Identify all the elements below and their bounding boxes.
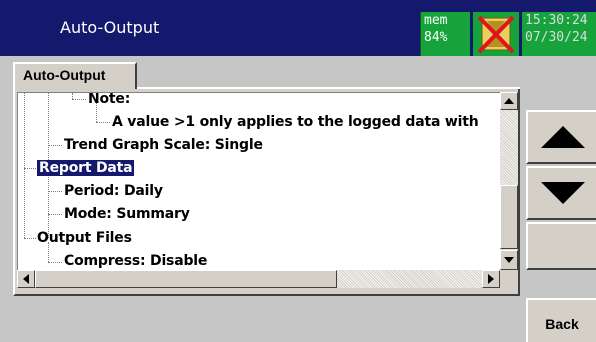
triangle-down-icon: [541, 182, 585, 204]
scroll-down-page-button[interactable]: [526, 166, 596, 220]
tree-item-report-data[interactable]: Report Data: [37, 160, 135, 176]
tree-connector: [48, 145, 62, 146]
memory-value: 84%: [424, 30, 448, 45]
tree-item-note[interactable]: Note:: [88, 93, 130, 107]
back-button-label: Back: [545, 316, 579, 332]
scroll-up-page-button[interactable]: [526, 110, 596, 164]
horizontal-scrollbar[interactable]: [17, 270, 500, 288]
tree-connector: [24, 93, 25, 238]
tree-item-trend-graph-scale[interactable]: Trend Graph Scale: Single: [64, 137, 263, 153]
triangle-up-icon: [541, 126, 585, 148]
tree-connector: [24, 168, 36, 169]
tab-label: Auto-Output: [23, 67, 106, 83]
vertical-scrollbar[interactable]: [500, 92, 518, 270]
arrow-up-icon: [504, 98, 514, 104]
scroll-up-button[interactable]: [500, 92, 518, 110]
tree-connector: [96, 122, 110, 123]
tree-item-period[interactable]: Period: Daily: [64, 183, 163, 199]
title-bar: Auto-Output mem 84% 15:30:24 07/30/24: [0, 0, 596, 56]
tree-item-output-files[interactable]: Output Files: [37, 230, 132, 246]
memory-label: mem: [424, 13, 448, 28]
scroll-down-button[interactable]: [500, 250, 518, 270]
arrow-down-icon: [504, 257, 514, 263]
scroll-thumb[interactable]: [500, 185, 518, 249]
tree-item-mode[interactable]: Mode: Summary: [64, 206, 190, 222]
tab-auto-output[interactable]: Auto-Output: [13, 62, 137, 89]
clock-time: 15:30:24: [525, 13, 588, 28]
tree-connector: [72, 99, 86, 100]
arrow-left-icon: [23, 274, 29, 284]
blank-button[interactable]: [526, 222, 596, 270]
memory-indicator: mem 84%: [420, 12, 470, 56]
scroll-corner: [500, 270, 518, 288]
clock-display: 15:30:24 07/30/24: [522, 12, 596, 56]
hourglass-disabled-icon: [473, 12, 519, 56]
scroll-left-button[interactable]: [17, 270, 35, 288]
scroll-thumb[interactable]: [35, 270, 337, 288]
arrow-right-icon: [488, 274, 494, 284]
settings-tree[interactable]: Note: A value >1 only applies to the log…: [17, 92, 500, 270]
app-title: Auto-Output: [60, 18, 160, 37]
tree-connector: [48, 191, 62, 192]
tree-connector: [24, 238, 36, 239]
tree-connector: [48, 262, 62, 263]
tree-item-compress[interactable]: Compress: Disable: [64, 253, 207, 269]
clock-date: 07/30/24: [525, 30, 588, 45]
tree-item-note-text[interactable]: A value >1 only applies to the logged da…: [112, 114, 479, 130]
tree-connector: [48, 214, 62, 215]
back-button[interactable]: Back: [526, 298, 596, 342]
scroll-right-button[interactable]: [482, 270, 500, 288]
